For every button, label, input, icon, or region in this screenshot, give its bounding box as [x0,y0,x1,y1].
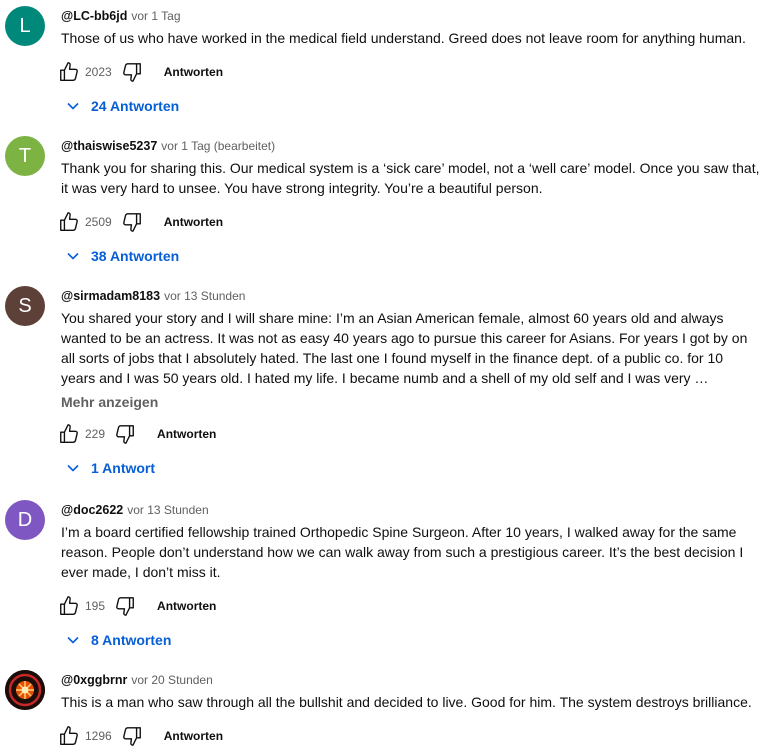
dislike-button[interactable] [120,210,144,234]
comment-text-line: all sorts of jobs that I absolutely hate… [61,350,724,366]
like-button[interactable] [57,724,81,748]
show-more-button[interactable]: Mehr anzeigen [61,392,759,412]
avatar[interactable]: T [5,136,45,176]
comment-text-line: Those of us who have worked in the medic… [61,30,746,46]
comment-toolbar: 2509 Antworten [57,206,759,238]
comment-header: @thaiswise5237 vor 1 Tag (bearbeitet) [61,136,759,156]
comment-header: @0xggbrnr vor 20 Stunden [61,670,759,690]
comment-header: @LC-bb6jd vor 1 Tag [61,6,759,26]
author-name[interactable]: @doc2622 [61,503,123,517]
comment-text-line: wanted to be an actress. It was not as e… [61,330,748,346]
thumb-up-icon [60,424,78,443]
author-name[interactable]: @0xggbrnr [61,673,127,687]
comment-text: I’m a board certified fellowship trained… [61,522,759,582]
comment-toolbar: 2023 Antworten [57,56,759,88]
replies-count-label: 38 Antworten [91,248,180,264]
comment-header: @sirmadam8183 vor 13 Stunden [61,286,759,306]
like-count: 1296 [85,729,112,743]
comment-toolbar: 1296 Antworten [57,720,759,752]
view-replies-button[interactable]: 1 Antwort [65,452,759,484]
reply-button[interactable]: Antworten [164,729,223,743]
comment-text-line: This is a man who saw through all the bu… [61,694,752,710]
author-name[interactable]: @sirmadam8183 [61,289,160,303]
thumb-down-icon [122,727,141,746]
thumb-down-icon [122,213,141,232]
replies-count-label: 8 Antworten [91,632,172,648]
comment-toolbar: 195 Antworten [57,590,759,622]
comment-text-line: reason. People don’t understand how we c… [61,544,744,560]
thumb-up-icon [60,596,78,615]
like-button[interactable] [57,422,81,446]
timestamp[interactable]: vor 13 Stunden [127,503,208,517]
comment-text-line: Thank you for sharing this. Our medical … [61,160,760,176]
dislike-button[interactable] [120,724,144,748]
chevron-down-icon [65,248,81,264]
timestamp[interactable]: vor 1 Tag (bearbeitet) [161,139,275,153]
thumb-down-icon [116,425,134,444]
comment-text-line: I’m a board certified fellowship trained… [61,524,737,540]
comment-text-line: it was very hard to unsee. You have stro… [61,180,543,196]
comment-body: @0xggbrnr vor 20 Stunden This is a man wh… [60,670,759,752]
comment-text: Thank you for sharing this. Our medical … [61,158,759,198]
comment-text-line: years and I was 50 years old. I hated my… [61,370,709,386]
like-button[interactable] [57,210,81,234]
view-replies-button[interactable]: 38 Antworten [65,240,759,272]
like-count: 2509 [85,215,112,229]
comment-text-line: You shared your story and I will share m… [61,310,724,326]
chevron-down-icon [65,460,81,476]
avatar-emblem-icon [5,670,45,710]
avatar[interactable]: L [5,6,45,46]
chevron-down-icon [65,98,81,114]
comment-text: This is a man who saw through all the bu… [61,692,759,712]
reply-button[interactable]: Antworten [157,599,216,613]
timestamp[interactable]: vor 20 Stunden [131,673,212,687]
thumb-up-icon [60,726,78,745]
author-name[interactable]: @thaiswise5237 [61,139,157,153]
comment-text: You shared your story and I will share m… [61,308,759,388]
comment-body: @LC-bb6jd vor 1 Tag Those of us who have … [60,6,759,122]
like-count: 195 [85,599,106,613]
author-name[interactable]: @LC-bb6jd [61,9,127,23]
replies-count-label: 24 Antworten [91,98,180,114]
thumb-up-icon [60,62,78,81]
comment-text: Those of us who have worked in the medic… [61,28,759,48]
thumb-up-icon [60,212,78,231]
like-button[interactable] [57,60,81,84]
comment-header: @doc2622 vor 13 Stunden [61,500,759,520]
chevron-down-icon [65,632,81,648]
like-count: 2023 [85,65,112,79]
view-replies-button[interactable]: 8 Antworten [65,624,759,656]
avatar[interactable] [5,670,45,710]
thumb-down-icon [116,597,134,616]
comment-body: @sirmadam8183 vor 13 Stunden You shared y… [60,286,759,484]
reply-button[interactable]: Antworten [157,427,216,441]
avatar[interactable]: D [5,500,45,540]
comment-body: @doc2622 vor 13 Stunden I’m a board certi… [60,500,759,656]
reply-button[interactable]: Antworten [164,215,223,229]
avatar[interactable]: S [5,286,45,326]
dislike-button[interactable] [113,422,137,446]
like-count: 229 [85,427,106,441]
comment-text-line: ever made, I don’t miss it. [61,564,221,580]
comment-body: @thaiswise5237 vor 1 Tag (bearbeitet) Tha… [60,136,759,272]
timestamp[interactable]: vor 1 Tag [131,9,180,23]
reply-button[interactable]: Antworten [164,65,223,79]
timestamp[interactable]: vor 13 Stunden [164,289,245,303]
comment-toolbar: 229 Antworten [57,418,759,450]
replies-count-label: 1 Antwort [91,460,156,476]
dislike-button[interactable] [113,594,137,618]
view-replies-button[interactable]: 24 Antworten [65,90,759,122]
like-button[interactable] [57,594,81,618]
dislike-button[interactable] [120,60,144,84]
thumb-down-icon [122,63,141,82]
